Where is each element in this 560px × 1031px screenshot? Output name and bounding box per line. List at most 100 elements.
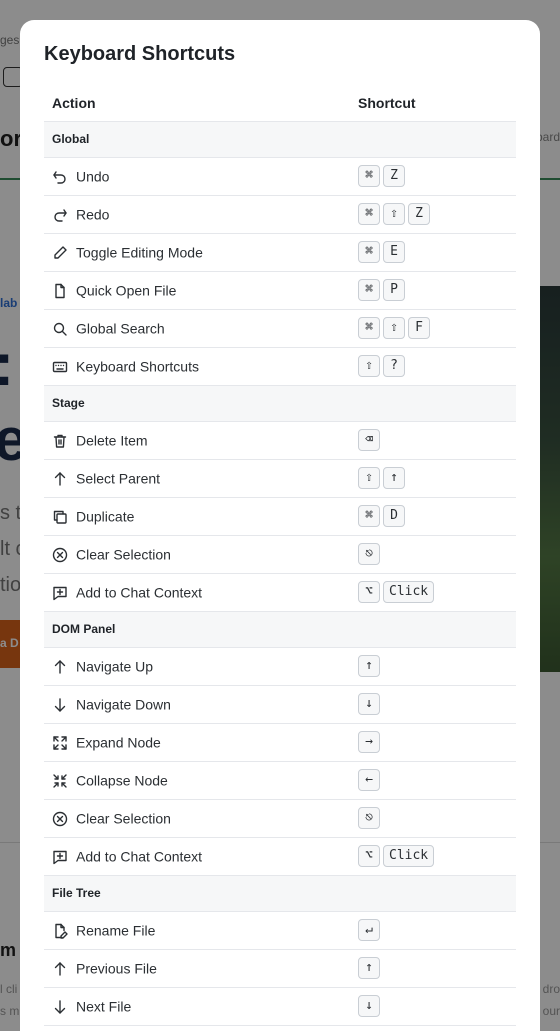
chat-plus-icon [52, 585, 68, 601]
action-cell: Previous File [44, 948, 355, 987]
shortcut-row: Clear Selection ⎋ [44, 798, 516, 837]
shortcut-cell: ⌘ P [355, 270, 516, 309]
shortcut-row: Select Parent ⇧ ↑ [44, 458, 516, 497]
key-cap: D [383, 505, 405, 527]
shortcut-cell: ⌘ D [355, 496, 516, 535]
shortcut-cell: ⌥ Click [355, 572, 516, 611]
action-label: Collapse Node [76, 772, 168, 789]
key-cap: ⌘ [358, 505, 380, 527]
action-cell: Add to Chat Context [44, 572, 355, 611]
file-edit-icon [52, 923, 68, 939]
shortcuts-body: Global Undo ⌘ Z Redo ⌘ ⇧ Z Toggle Editing Mode ⌘ E… [44, 120, 516, 1031]
key-cap: ⌘ [358, 203, 380, 225]
action-label: Select Parent [76, 470, 161, 487]
action-cell: Global Search [44, 308, 355, 347]
action-label: Global Search [76, 320, 165, 337]
key-cap: ⌘ [358, 241, 380, 263]
shortcut-cell: ← [355, 760, 516, 799]
action-label: Keyboard Shortcuts [76, 358, 199, 375]
shortcut-cell: ⌘ E [355, 232, 516, 271]
shortcut-cell [355, 1024, 516, 1031]
action-label: Add to Chat Context [76, 584, 203, 601]
key-cap: Click [383, 845, 435, 867]
action-cell: Rename File [44, 910, 355, 949]
action-label: Clear Selection [76, 546, 171, 563]
key-cap: ⌥ [358, 581, 380, 603]
shortcut-cell: ↑ [355, 948, 516, 987]
section-label: Stage [44, 384, 516, 421]
shortcut-row [44, 1024, 516, 1031]
clear-circle-icon [52, 547, 68, 563]
key-cap: Z [383, 165, 405, 187]
shortcut-row: Navigate Up ↑ [44, 646, 516, 685]
action-label: Navigate Down [76, 696, 171, 713]
action-label: Navigate Up [76, 658, 154, 675]
key-cap: ← [358, 769, 380, 791]
shortcut-row: Navigate Down ↓ [44, 684, 516, 723]
shortcut-row: Keyboard Shortcuts ⇧? [44, 346, 516, 385]
section-header: Global [44, 120, 516, 157]
action-label: Add to Chat Context [76, 848, 203, 865]
shortcut-row: Rename File ↵ [44, 910, 516, 949]
shortcut-cell: ↓ [355, 684, 516, 723]
shortcut-cell: ⇧? [355, 346, 516, 385]
column-header-action: Action [52, 94, 96, 111]
action-cell: Navigate Up [44, 646, 355, 685]
arrow-up-icon [52, 659, 68, 675]
shortcut-row: Previous File ↑ [44, 948, 516, 987]
action-cell [44, 1024, 355, 1031]
shortcut-row: Delete Item ⌫ [44, 420, 516, 459]
action-cell: Collapse Node [44, 760, 355, 799]
key-cap: ⌥ [358, 845, 380, 867]
shortcut-cell: ↓ [355, 986, 516, 1025]
shortcut-row: Next File ↓ [44, 986, 516, 1025]
pencil-icon [52, 245, 68, 261]
key-cap: ↑ [358, 655, 380, 677]
shortcut-row: Toggle Editing Mode ⌘ E [44, 232, 516, 271]
shortcut-row: Global Search ⌘ ⇧ F [44, 308, 516, 347]
shortcut-cell: → [355, 722, 516, 761]
keyboard-icon [52, 359, 68, 375]
key-cap: ⎋ [358, 543, 380, 565]
shortcut-row: Expand Node → [44, 722, 516, 761]
section-label: Global [44, 120, 516, 157]
shortcut-row: Redo ⌘ ⇧ Z [44, 194, 516, 233]
shortcut-row: Duplicate ⌘ D [44, 496, 516, 535]
action-label: Clear Selection [76, 810, 171, 827]
section-label: File Tree [44, 874, 516, 911]
column-header-shortcut: Shortcut [358, 94, 416, 111]
action-cell: Quick Open File [44, 270, 355, 309]
arrow-up-icon [52, 471, 68, 487]
shortcut-row: Add to Chat Context ⌥ Click [44, 572, 516, 611]
key-cap: ⌫ [358, 429, 380, 451]
action-label: Delete Item [76, 432, 148, 449]
duplicate-icon [52, 509, 68, 525]
action-label: Redo [76, 206, 110, 223]
shortcut-row: Undo ⌘ Z [44, 156, 516, 195]
keyboard-shortcuts-dialog: Keyboard Shortcuts Action Shortcut Globa… [20, 20, 540, 1031]
key-cap: → [358, 731, 380, 753]
shortcut-cell: ⎋ [355, 798, 516, 837]
key-cap: Click [383, 581, 435, 603]
key-cap: ? [383, 355, 405, 377]
file-icon [52, 283, 68, 299]
action-cell: Clear Selection [44, 798, 355, 837]
shortcut-row: Clear Selection ⎋ [44, 534, 516, 573]
action-label: Toggle Editing Mode [76, 244, 203, 261]
key-cap: ↑ [358, 957, 380, 979]
action-cell: Expand Node [44, 722, 355, 761]
section-header: DOM Panel [44, 610, 516, 647]
key-cap: ↓ [358, 995, 380, 1017]
action-cell: Next File [44, 986, 355, 1025]
action-cell: Toggle Editing Mode [44, 232, 355, 271]
shortcut-cell: ⌥ Click [355, 836, 516, 875]
key-cap: ⌘ [358, 165, 380, 187]
shortcut-cell: ⌘ Z [355, 156, 516, 195]
action-cell: Keyboard Shortcuts [44, 346, 355, 385]
section-header: File Tree [44, 874, 516, 911]
action-label: Expand Node [76, 734, 161, 751]
shortcut-cell: ⎋ [355, 534, 516, 573]
key-cap: ⇧ [358, 355, 380, 377]
action-cell: Select Parent [44, 458, 355, 497]
undo-icon [52, 169, 68, 185]
